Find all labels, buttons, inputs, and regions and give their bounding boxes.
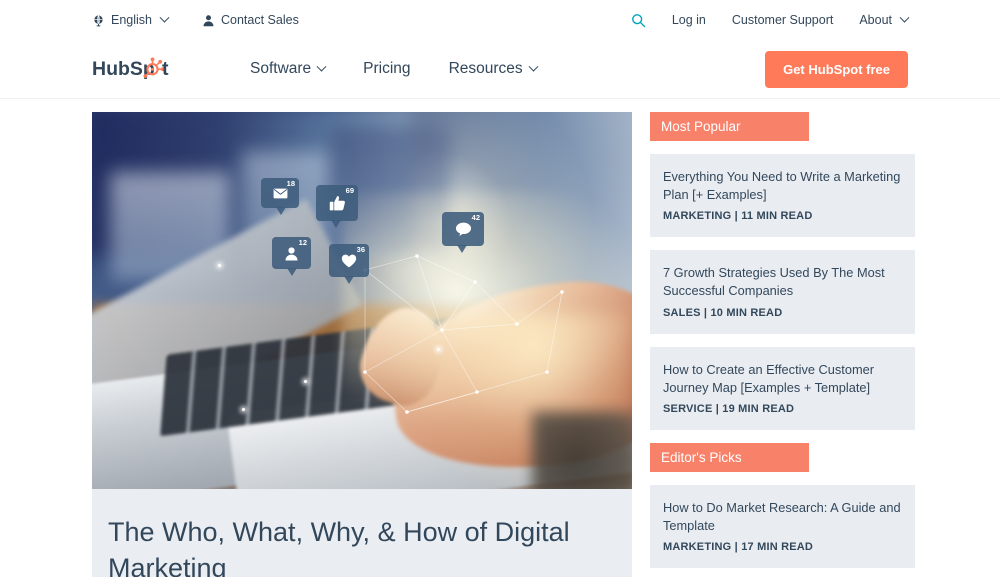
chevron-down-icon <box>159 12 170 23</box>
main-navigation: HubSp t Software Pricing Resources Get H… <box>0 40 1000 99</box>
speech-bubble-icon <box>455 222 471 236</box>
thumbs-up-icon <box>329 195 345 210</box>
post-title: Everything You Need to Write a Marketing… <box>663 169 901 203</box>
nav-item-pricing[interactable]: Pricing <box>363 60 410 78</box>
notification-bubble-thumbs-up: 69 <box>316 185 358 228</box>
nav-item-label: Resources <box>448 60 523 77</box>
post-meta: SERVICE | 19 MIN READ <box>663 402 795 415</box>
post-card[interactable]: How to Create an Effective Customer Jour… <box>650 346 915 430</box>
person-icon <box>202 14 215 27</box>
post-title: How to Do Market Research: A Guide and T… <box>663 499 901 534</box>
hubspot-logo[interactable]: HubSp t <box>92 57 174 81</box>
post-card[interactable]: 7 Growth Strategies Used By The Most Suc… <box>650 250 915 334</box>
chevron-down-icon <box>528 61 539 72</box>
about-label: About <box>859 12 892 27</box>
customer-support-link[interactable]: Customer Support <box>732 14 833 27</box>
featured-article-card[interactable]: 18 69 42 12 36 The Who, What, Why, & How… <box>92 112 632 577</box>
section-banner-editors-picks: Editor's Picks <box>650 442 809 472</box>
login-link[interactable]: Log in <box>672 14 706 27</box>
post-meta: MARKETING | 11 MIN READ <box>663 210 813 223</box>
utility-bar-left: English Contact Sales <box>92 12 299 27</box>
featured-article-image: 18 69 42 12 36 <box>92 112 632 489</box>
sparkle <box>218 264 221 267</box>
language-label: English <box>111 12 152 27</box>
person-icon <box>285 246 298 260</box>
nav-item-software[interactable]: Software <box>250 60 327 78</box>
post-title: 7 Growth Strategies Used By The Most Suc… <box>663 265 885 299</box>
bubble-count: 69 <box>345 186 354 195</box>
language-selector[interactable]: English <box>92 12 170 27</box>
customer-support-label: Customer Support <box>731 12 834 27</box>
notification-bubble-follower: 12 <box>272 237 311 276</box>
sparkle <box>304 380 307 383</box>
sparkle <box>242 408 245 411</box>
section-banner-most-popular: Most Popular <box>650 112 809 141</box>
nav-item-label: Pricing <box>363 60 411 77</box>
globe-icon <box>92 14 105 27</box>
bubble-count: 18 <box>286 179 295 188</box>
post-card[interactable]: How to Do Market Research: A Guide and T… <box>650 484 915 569</box>
envelope-icon <box>273 188 287 198</box>
network-overlay <box>363 254 564 414</box>
login-label: Log in <box>671 12 706 27</box>
bubble-count: 42 <box>471 213 480 222</box>
chevron-down-icon <box>899 12 910 23</box>
featured-article-caption: The Who, What, Why, & How of Digital Mar… <box>92 489 632 577</box>
heart-icon <box>341 254 357 267</box>
search-button[interactable] <box>631 13 646 28</box>
contact-sales-label: Contact Sales <box>221 12 299 27</box>
nav-item-label: Software <box>250 60 312 77</box>
get-hubspot-free-button[interactable]: Get HubSpot free <box>765 50 908 88</box>
logo-text-end: t <box>162 58 169 80</box>
search-icon <box>631 13 646 28</box>
featured-article-title: The Who, What, Why, & How of Digital Mar… <box>108 517 570 577</box>
post-meta: MARKETING | 17 MIN READ <box>663 541 814 554</box>
utility-bar-right: Log in Customer Support About <box>631 12 910 28</box>
bubble-count: 12 <box>298 238 307 247</box>
utility-bar: English Contact Sales Log in Customer Su… <box>0 0 1000 40</box>
sidebar: Most Popular Everything You Need to Writ… <box>650 112 915 577</box>
post-card[interactable]: Everything You Need to Write a Marketing… <box>650 154 915 238</box>
bubble-count: 36 <box>356 245 365 254</box>
notification-bubble-heart: 36 <box>329 244 369 284</box>
about-menu[interactable]: About <box>859 12 910 27</box>
nav-item-resources[interactable]: Resources <box>448 60 539 78</box>
chevron-down-icon <box>316 61 327 72</box>
post-meta: SALES | 10 MIN READ <box>663 306 783 319</box>
nav-links: Software Pricing Resources <box>250 60 539 78</box>
notification-bubble-comment: 42 <box>442 212 484 253</box>
post-title: How to Create an Effective Customer Jour… <box>663 361 875 395</box>
page-content: 18 69 42 12 36 The Who, What, Why, & How… <box>0 99 1000 577</box>
contact-sales-link[interactable]: Contact Sales <box>202 14 299 27</box>
sparkle <box>437 348 440 351</box>
notification-bubble-envelope: 18 <box>261 178 299 215</box>
